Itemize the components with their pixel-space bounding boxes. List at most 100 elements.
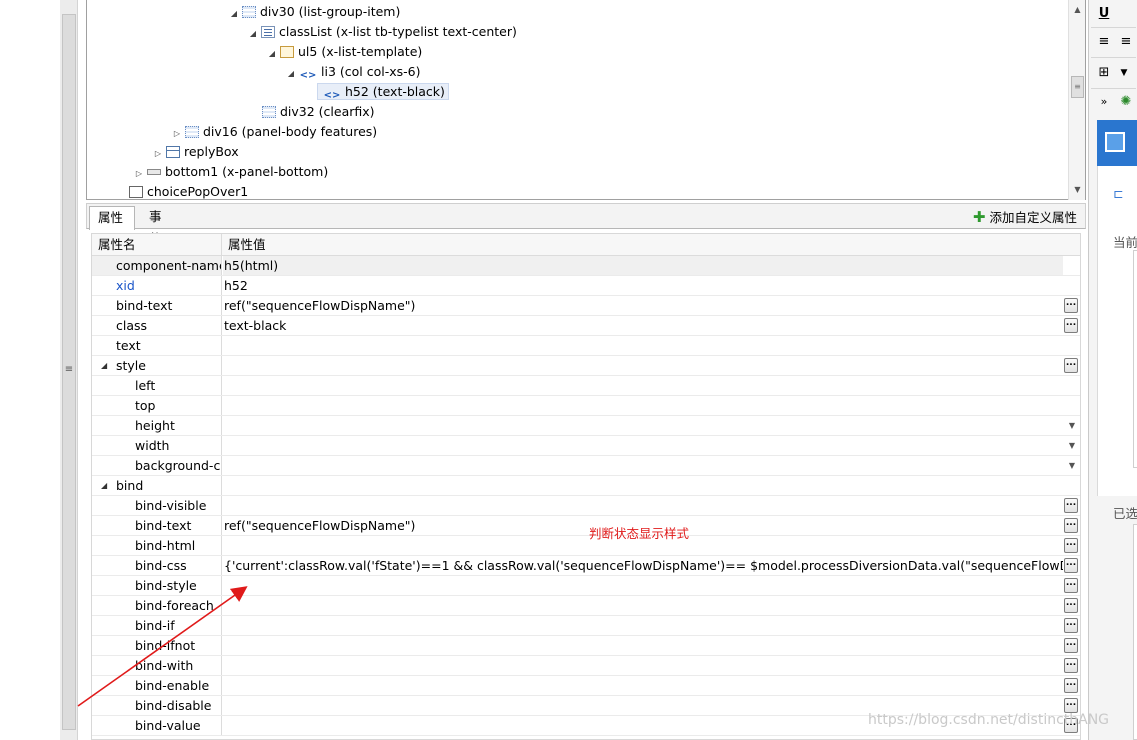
tab-properties[interactable]: 属性: [89, 206, 135, 230]
property-value[interactable]: [223, 576, 1063, 595]
dropdown-arrow-icon[interactable]: ▼: [1066, 436, 1078, 455]
dropdown-arrow-icon[interactable]: ▼: [1066, 416, 1078, 435]
tree-item[interactable]: ▷ div16 (panel-body features): [171, 122, 377, 142]
add-custom-property-button[interactable]: ✚ 添加自定义属性: [973, 208, 1077, 226]
collapse-arrow-icon[interactable]: ◢: [101, 356, 107, 375]
tree-item[interactable]: ◢ div30 (list-group-item): [228, 2, 400, 22]
property-value[interactable]: [223, 436, 1063, 455]
bug-icon[interactable]: ✺: [1115, 92, 1137, 112]
property-value[interactable]: [223, 356, 1063, 375]
tree-item[interactable]: ▷ bottom1 (x-panel-bottom): [133, 162, 328, 182]
property-row[interactable]: bind-html...: [92, 536, 1080, 556]
dropdown-icon[interactable]: ▼: [1113, 63, 1135, 83]
ellipsis-button[interactable]: ...: [1064, 358, 1078, 373]
expand-arrow-icon[interactable]: ▷: [133, 164, 145, 184]
ellipsis-button[interactable]: ...: [1064, 298, 1078, 313]
property-value[interactable]: [223, 636, 1063, 655]
tree-item-selected[interactable]: <> h52 (text-black): [317, 82, 449, 102]
underline-icon[interactable]: U: [1093, 4, 1115, 24]
property-value[interactable]: [223, 416, 1063, 435]
property-value[interactable]: [223, 676, 1063, 695]
property-row[interactable]: bind-visible...: [92, 496, 1080, 516]
add-custom-property-label: 添加自定义属性: [989, 210, 1077, 225]
property-row[interactable]: top: [92, 396, 1080, 416]
tree-item[interactable]: ◢ classList (x-list tb-typelist text-cent…: [247, 22, 517, 42]
property-value[interactable]: {'current':classRow.val('fState')==1 && …: [223, 556, 1063, 575]
property-value[interactable]: [223, 656, 1063, 675]
tree-item[interactable]: choicePopOver1: [127, 182, 249, 199]
ellipsis-button[interactable]: ...: [1064, 698, 1078, 713]
align-center-icon[interactable]: ≡: [1115, 32, 1137, 52]
panel-icon[interactable]: ⊏: [1113, 186, 1123, 201]
collapse-arrow-icon[interactable]: ◢: [285, 64, 297, 84]
ellipsis-button[interactable]: ...: [1064, 558, 1078, 573]
tree-item[interactable]: ◢ <> li3 (col col-xs-6): [285, 62, 421, 84]
property-row[interactable]: width ▼: [92, 436, 1080, 456]
collapse-arrow-icon[interactable]: ◢: [266, 44, 278, 64]
property-value[interactable]: [223, 336, 1063, 355]
property-value[interactable]: [223, 496, 1063, 515]
tree-scrollbar[interactable]: ▲ ≡ ▼: [1068, 0, 1085, 200]
palette-panel-icon[interactable]: [1097, 120, 1137, 166]
property-value[interactable]: ref("sequenceFlowDispName"): [223, 296, 1063, 315]
expand-arrow-icon[interactable]: ▷: [152, 144, 164, 164]
property-row[interactable]: component-name h5(html): [92, 256, 1080, 276]
property-row[interactable]: bind-enable...: [92, 676, 1080, 696]
panel-sash[interactable]: ≡: [60, 0, 78, 740]
property-value[interactable]: text-black: [223, 316, 1063, 335]
table-icon[interactable]: ⊞: [1093, 63, 1115, 83]
tab-events[interactable]: 事件: [141, 206, 181, 246]
property-row[interactable]: height ▼: [92, 416, 1080, 436]
property-row[interactable]: background-co ▼: [92, 456, 1080, 476]
ellipsis-button[interactable]: ...: [1064, 598, 1078, 613]
property-row[interactable]: bind-css {'current':classRow.val('fState'…: [92, 556, 1080, 576]
ellipsis-button[interactable]: ...: [1064, 538, 1078, 553]
more-chevron-icon[interactable]: »: [1093, 92, 1115, 112]
property-row[interactable]: bind-foreach...: [92, 596, 1080, 616]
ellipsis-button[interactable]: ...: [1064, 518, 1078, 533]
ellipsis-button[interactable]: ...: [1064, 318, 1078, 333]
align-left-icon[interactable]: ≡: [1093, 32, 1115, 52]
property-value[interactable]: [223, 616, 1063, 635]
scroll-down-icon[interactable]: ▼: [1069, 182, 1086, 198]
property-value[interactable]: [223, 596, 1063, 615]
tree-item[interactable]: div32 (clearfix): [260, 102, 375, 122]
property-row[interactable]: bind-if...: [92, 616, 1080, 636]
collapse-arrow-icon[interactable]: ◢: [101, 476, 107, 495]
property-value[interactable]: h5(html): [223, 256, 1063, 275]
tree-item-label: choicePopOver1: [147, 184, 249, 199]
ellipsis-button[interactable]: ...: [1064, 638, 1078, 653]
scroll-up-icon[interactable]: ▲: [1069, 2, 1086, 18]
ellipsis-button[interactable]: ...: [1064, 578, 1078, 593]
property-row[interactable]: xid h52: [92, 276, 1080, 296]
dropdown-arrow-icon[interactable]: ▼: [1066, 456, 1078, 475]
expand-arrow-icon[interactable]: ▷: [171, 124, 183, 144]
ellipsis-button[interactable]: ...: [1064, 498, 1078, 513]
property-value[interactable]: h52: [223, 276, 1063, 295]
ellipsis-button[interactable]: ...: [1064, 678, 1078, 693]
right-side-panel: [1097, 166, 1137, 496]
property-row[interactable]: class text-black...: [92, 316, 1080, 336]
ellipsis-button[interactable]: ...: [1064, 618, 1078, 633]
property-row[interactable]: bind-style...: [92, 576, 1080, 596]
property-row[interactable]: text: [92, 336, 1080, 356]
property-value[interactable]: [223, 396, 1063, 415]
property-row[interactable]: bind-text ref("sequenceFlowDispName")...: [92, 296, 1080, 316]
property-row[interactable]: bind-with...: [92, 656, 1080, 676]
tree-item[interactable]: ◢ ul5 (x-list-template): [266, 42, 422, 62]
property-row[interactable]: bind-ifnot...: [92, 636, 1080, 656]
sash-grip-icon[interactable]: ≡: [63, 364, 75, 375]
property-value[interactable]: [223, 456, 1063, 475]
property-row[interactable]: left: [92, 376, 1080, 396]
property-row[interactable]: ◢ style...: [92, 356, 1080, 376]
property-row[interactable]: ◢ bind: [92, 476, 1080, 496]
property-name: bind-with: [92, 656, 222, 675]
tree-item[interactable]: ▷ replyBox: [152, 142, 239, 162]
scroll-thumb[interactable]: ≡: [1071, 76, 1084, 98]
property-value[interactable]: [223, 376, 1063, 395]
collapse-arrow-icon[interactable]: ◢: [247, 24, 259, 44]
collapse-arrow-icon[interactable]: ◢: [228, 4, 240, 24]
property-value[interactable]: [223, 476, 1063, 495]
ellipsis-button[interactable]: ...: [1064, 658, 1078, 673]
property-row[interactable]: bind-text ref("sequenceFlowDispName")...: [92, 516, 1080, 536]
